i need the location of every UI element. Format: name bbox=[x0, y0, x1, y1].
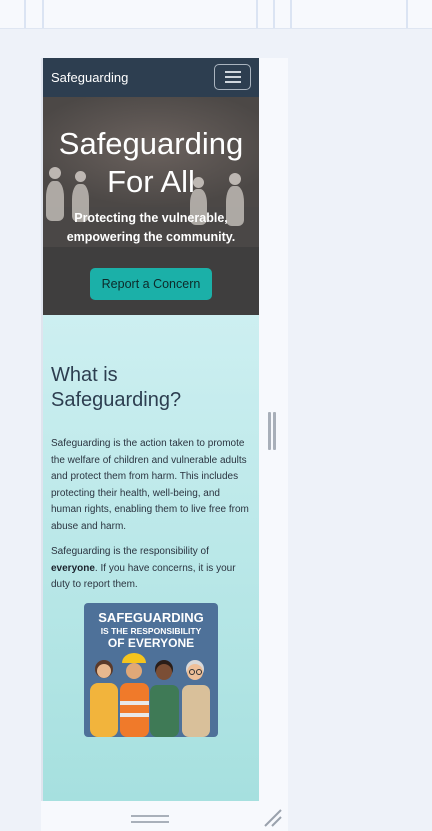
top-divider bbox=[24, 0, 26, 28]
about-heading: What is Safeguarding? bbox=[51, 363, 251, 413]
hero-section: Safeguarding For All Protecting the vuln… bbox=[43, 97, 259, 315]
report-concern-button[interactable]: Report a Concern bbox=[90, 268, 212, 300]
responsibility-paragraph: Safeguarding is the responsibility of ev… bbox=[51, 544, 253, 594]
hero-subtitle: Protecting the vulnerable, empowering th… bbox=[43, 209, 259, 247]
hamburger-menu-icon bbox=[225, 81, 241, 83]
navbar: Safeguarding bbox=[43, 58, 259, 97]
about-section: What is Safeguarding? Safeguarding is th… bbox=[43, 315, 259, 801]
top-divider bbox=[273, 0, 275, 28]
about-heading-line: Safeguarding? bbox=[51, 389, 182, 411]
about-paragraph: Safeguarding is the action taken to prom… bbox=[51, 438, 249, 532]
safeguarding-poster-image: SAFEGUARDING IS THE RESPONSIBILITY OF EV… bbox=[84, 603, 218, 737]
bottom-grip-handle[interactable] bbox=[131, 821, 169, 823]
poster-people-illustration bbox=[90, 653, 210, 737]
hamburger-menu-icon bbox=[225, 71, 241, 73]
bottom-grip-handle[interactable] bbox=[131, 815, 169, 817]
resize-handle-icon[interactable] bbox=[263, 809, 283, 827]
top-divider bbox=[290, 0, 292, 28]
hamburger-menu-icon bbox=[225, 76, 241, 78]
responsibility-text: Safeguarding is the responsibility of bbox=[51, 546, 209, 557]
hero-title-line: Safeguarding bbox=[58, 126, 244, 161]
hamburger-menu-button[interactable] bbox=[214, 64, 251, 90]
preview-page[interactable]: Safeguarding Safeguarding For All Protec… bbox=[43, 58, 259, 801]
top-divider bbox=[42, 0, 44, 28]
hero-title-line: For All bbox=[107, 164, 195, 199]
top-divider bbox=[406, 0, 408, 28]
splitter-handle-icon[interactable] bbox=[268, 412, 271, 450]
splitter-handle-icon[interactable] bbox=[273, 412, 276, 450]
navbar-brand[interactable]: Safeguarding bbox=[51, 70, 128, 85]
hero-title: Safeguarding For All bbox=[43, 125, 259, 201]
top-divider bbox=[256, 0, 258, 28]
hero-subtitle-line: Protecting the vulnerable, bbox=[74, 211, 228, 225]
about-heading-line: What is bbox=[51, 364, 118, 386]
hero-subtitle-line: empowering the community. bbox=[66, 230, 236, 244]
responsibility-emphasis: everyone bbox=[51, 562, 95, 574]
editor-top-bar bbox=[0, 0, 432, 29]
